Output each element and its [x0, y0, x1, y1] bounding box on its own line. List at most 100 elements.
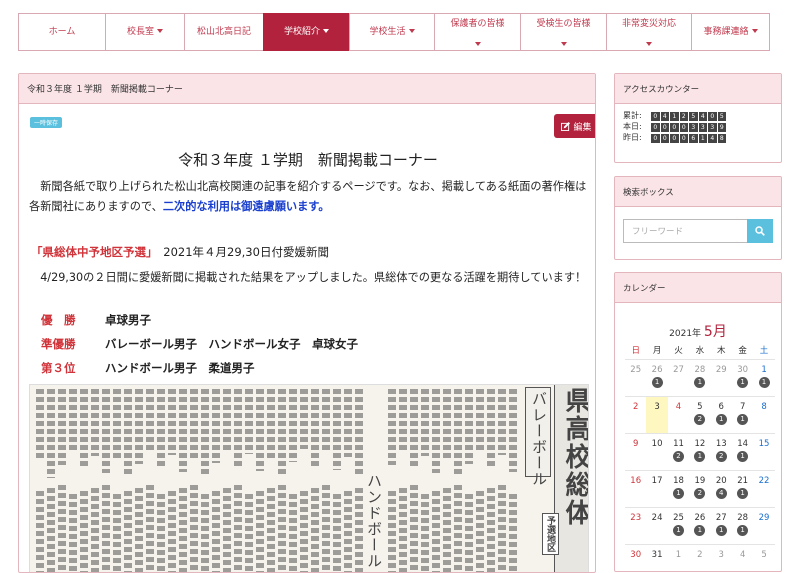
calendar-day-number: 15	[758, 439, 770, 449]
nav-item-4[interactable]: 学校生活	[349, 13, 435, 51]
clip-text-column	[509, 389, 517, 472]
calendar-day[interactable]: 26 1	[646, 360, 667, 396]
calendar-day[interactable]: 29	[753, 508, 774, 544]
calendar-day[interactable]: 61	[711, 397, 732, 433]
calendar-day[interactable]: 27	[668, 360, 689, 396]
calendar-day-number: 5	[697, 402, 703, 412]
edit-button[interactable]: 編集	[554, 114, 595, 138]
article-title: 令和３年度 １学期 新聞掲載コーナー	[178, 151, 438, 169]
nav-item-1[interactable]: 校長室	[105, 13, 185, 51]
event-count-badge[interactable]: 1	[737, 414, 749, 425]
counter-row: 本日: 0 0 0 0 3 3 3 9	[623, 121, 773, 132]
calendar-day[interactable]: 11 2	[668, 434, 689, 470]
event-count-badge[interactable]: 1	[694, 377, 706, 388]
search-button[interactable]	[746, 219, 773, 243]
calendar-day[interactable]: 26 1	[689, 508, 710, 544]
nav-item-3[interactable]: 学校紹介	[263, 13, 350, 51]
calendar-day[interactable]: 28 1	[689, 360, 710, 396]
event-count-badge[interactable]: 1	[672, 488, 684, 499]
calendar-day[interactable]: 15	[753, 434, 774, 470]
clip-text-column	[443, 488, 451, 572]
event-count-badge[interactable]: 1	[758, 377, 770, 388]
event-count-badge[interactable]: 1	[737, 525, 749, 536]
calendar-day[interactable]: 71	[732, 397, 753, 433]
calendar-day[interactable]: 16	[625, 471, 646, 507]
calendar-day[interactable]: 14 1	[732, 434, 753, 470]
calendar-day[interactable]: 3	[711, 545, 732, 571]
clip-text-column	[212, 389, 220, 463]
calendar-day[interactable]: 28 1	[732, 508, 753, 544]
calendar-day[interactable]: 5	[753, 545, 774, 571]
clip-text-column	[267, 488, 275, 572]
calendar-day[interactable]: 12 1	[689, 434, 710, 470]
calendar-day[interactable]: 25	[625, 360, 646, 396]
calendar-day[interactable]: 52	[689, 397, 710, 433]
nav-item-0[interactable]: ホーム	[18, 13, 106, 51]
calendar-day[interactable]: 4	[668, 397, 689, 433]
event-count-badge[interactable]: 1	[715, 414, 727, 425]
calendar-day[interactable]: 1	[668, 545, 689, 571]
event-count-badge[interactable]: 1	[737, 377, 749, 388]
calendar-day[interactable]: 3	[646, 397, 668, 433]
calendar-day[interactable]: 21 1	[732, 471, 753, 507]
event-count-badge[interactable]: 1	[737, 488, 749, 499]
calendar-day[interactable]: 30	[625, 545, 646, 571]
clip-text-column	[80, 491, 88, 572]
calendar-day-number: 5	[761, 550, 767, 560]
calendar-day[interactable]: 18 1	[668, 471, 689, 507]
calendar-day[interactable]: 31	[646, 545, 667, 571]
calendar-day[interactable]: 13 2	[711, 434, 732, 470]
calendar-day[interactable]: 23	[625, 508, 646, 544]
nav-item-6[interactable]: 受検生の皆様	[520, 13, 607, 51]
calendar-day-number: 7	[739, 402, 746, 412]
calendar-day[interactable]: 9	[625, 434, 646, 470]
calendar-day[interactable]: 17	[646, 471, 667, 507]
clip-text-column	[36, 491, 44, 572]
calendar-day[interactable]: 25 1	[668, 508, 689, 544]
event-count-badge[interactable]: 2	[694, 414, 706, 425]
calendar-day[interactable]: 2	[625, 397, 646, 433]
section-title: 「県総体中予地区予選」	[31, 245, 152, 259]
event-count-badge[interactable]: 1	[694, 451, 706, 462]
counter-digit: 5	[689, 112, 698, 121]
calendar-day[interactable]: 2	[689, 545, 710, 571]
calendar-day[interactable]: 22	[753, 471, 774, 507]
calendar-day-number: 8	[761, 402, 767, 412]
event-count-badge[interactable]: 1	[672, 525, 684, 536]
event-count-badge[interactable]: 2	[694, 488, 706, 499]
calendar-day[interactable]: 8	[753, 397, 774, 433]
clip-text-column	[190, 389, 198, 459]
result-row: 準優勝 バレーボール男子 ハンドボール女子 卓球女子	[41, 332, 358, 356]
calendar-day[interactable]: 19 2	[689, 471, 710, 507]
event-count-badge[interactable]: 1	[694, 525, 706, 536]
event-count-badge[interactable]: 1	[737, 451, 749, 462]
calendar-day[interactable]: 29	[711, 360, 732, 396]
nav-item-2[interactable]: 松山北高日記	[184, 13, 264, 51]
calendar-day[interactable]: 24	[646, 508, 667, 544]
nav-item-7[interactable]: 非常変災対応	[606, 13, 692, 51]
clip-text-column	[454, 485, 462, 572]
counter-digit: 0	[679, 123, 688, 132]
clip-text-column	[135, 488, 143, 572]
calendar-day[interactable]: 20 4	[711, 471, 732, 507]
calendar-day[interactable]: 4	[732, 545, 753, 571]
nav-item-label: 保護者の皆様	[450, 18, 505, 29]
calendar-day[interactable]: 30 1	[732, 360, 753, 396]
calendar-day[interactable]: 10	[646, 434, 667, 470]
clip-text-column	[311, 389, 319, 466]
clip-tag: 予選地区	[542, 513, 559, 555]
clip-text-column	[454, 389, 462, 477]
event-count-badge[interactable]: 2	[715, 451, 727, 462]
calendar-day[interactable]: 27 1	[711, 508, 732, 544]
nav-item-5[interactable]: 保護者の皆様	[434, 13, 521, 51]
event-count-badge[interactable]: 4	[715, 488, 727, 499]
event-count-badge[interactable]: 2	[672, 451, 684, 462]
calendar-day[interactable]: 11	[753, 360, 774, 396]
calendar-day-number: 16	[630, 476, 642, 486]
nav-item-8[interactable]: 事務課連絡	[691, 13, 770, 51]
event-count-badge[interactable]: 1	[715, 525, 727, 536]
counter-row: 昨日: 0 0 0 0 6 1 4 8	[623, 132, 773, 143]
event-count-badge[interactable]: 1	[651, 377, 663, 388]
search-input[interactable]: フリーワード	[623, 219, 747, 243]
counter-row: 累計: 0 4 1 2 5 4 0 5	[623, 110, 773, 121]
